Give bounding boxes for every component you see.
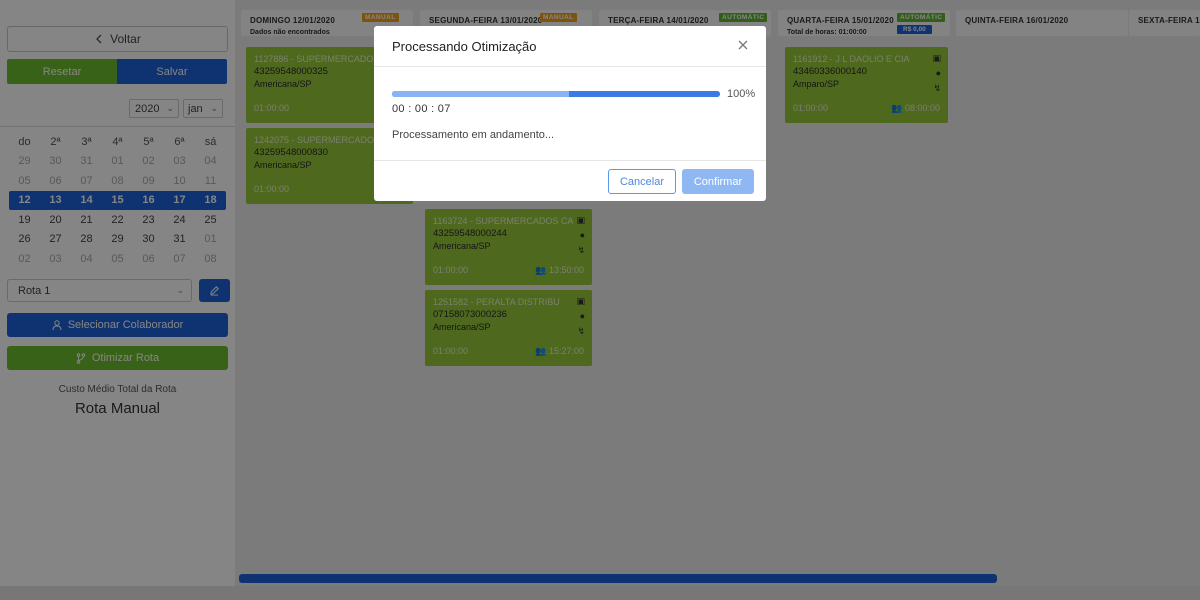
progress-bar-fill <box>392 91 720 97</box>
status-message: Processamento em andamento... <box>392 129 555 141</box>
optimization-progress-dialog: Processando Otimização 100% 00 : 00 : 07… <box>374 26 766 201</box>
dialog-title: Processando Otimização <box>392 39 537 54</box>
cancel-button[interactable]: Cancelar <box>608 169 676 194</box>
dialog-header: Processando Otimização <box>374 26 766 67</box>
progress-bar <box>392 91 720 97</box>
divider <box>374 160 766 161</box>
progress-percent: 100% <box>727 88 756 100</box>
progress-bar-shine <box>392 91 570 97</box>
elapsed-time: 00 : 00 : 07 <box>392 103 451 115</box>
confirm-button[interactable]: Confirmar <box>682 169 754 194</box>
close-icon[interactable] <box>736 38 750 52</box>
